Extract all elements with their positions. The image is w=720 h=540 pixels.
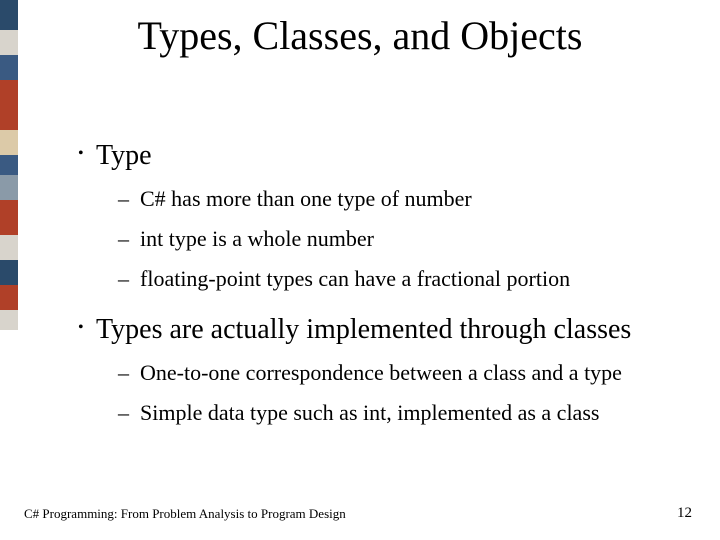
dash-icon: –	[118, 360, 140, 386]
bullet-type: •Type	[78, 140, 690, 172]
sub-bullet-text: int type is a whole number	[140, 226, 374, 251]
bullet-dot-icon: •	[78, 319, 96, 337]
dash-icon: –	[118, 400, 140, 426]
sub-bullet: –int type is a whole number	[118, 226, 690, 252]
sub-bullet-text: C# has more than one type of number	[140, 186, 472, 211]
bullet-types-classes: •Types are actually implemented through …	[78, 314, 690, 346]
dash-icon: –	[118, 186, 140, 212]
footer-source: C# Programming: From Problem Analysis to…	[24, 506, 346, 522]
sub-bullet-text: floating-point types can have a fraction…	[140, 266, 570, 291]
bullet-type-label: Type	[96, 140, 152, 171]
dash-icon: –	[118, 226, 140, 252]
sub-bullet-text: One-to-one correspondence between a clas…	[140, 360, 622, 385]
sub-bullet: –Simple data type such as int, implement…	[118, 400, 690, 426]
dash-icon: –	[118, 266, 140, 292]
sub-bullet: –floating-point types can have a fractio…	[118, 266, 690, 292]
slide-content: •Type –C# has more than one type of numb…	[78, 140, 690, 440]
bullet-dot-icon: •	[78, 145, 96, 163]
sub-bullet: –C# has more than one type of number	[118, 186, 690, 212]
sub-bullet-text: Simple data type such as int, implemente…	[140, 400, 599, 425]
slide-title: Types, Classes, and Objects	[0, 12, 720, 59]
slide: Types, Classes, and Objects •Type –C# ha…	[0, 0, 720, 540]
bullet-types-classes-label: Types are actually implemented through c…	[96, 314, 631, 345]
page-number: 12	[677, 505, 692, 522]
sub-bullet: –One-to-one correspondence between a cla…	[118, 360, 690, 386]
